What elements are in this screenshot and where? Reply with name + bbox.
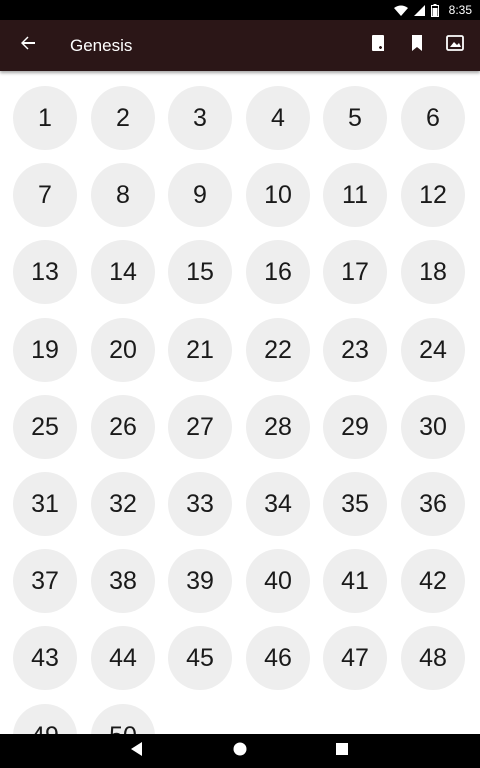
page-title: Genesis xyxy=(70,35,133,55)
chapter-button[interactable]: 28 xyxy=(246,395,310,459)
bookmark-button[interactable] xyxy=(398,20,436,71)
chapter-button[interactable]: 25 xyxy=(13,395,77,459)
chapter-button[interactable]: 24 xyxy=(401,318,465,382)
chapter-button[interactable]: 12 xyxy=(401,163,465,227)
add-bookmark-button[interactable] xyxy=(360,20,398,71)
chapter-button[interactable]: 14 xyxy=(91,240,155,304)
nav-home-button[interactable] xyxy=(210,734,270,768)
chapter-button[interactable]: 16 xyxy=(246,240,310,304)
chapter-button[interactable]: 33 xyxy=(168,472,232,536)
chapter-button[interactable]: 40 xyxy=(246,549,310,613)
bookmark-icon xyxy=(411,35,423,56)
chapter-button[interactable]: 44 xyxy=(91,626,155,690)
chapter-button[interactable]: 2 xyxy=(91,86,155,150)
chapter-button[interactable]: 20 xyxy=(91,318,155,382)
chapter-button[interactable]: 4 xyxy=(246,86,310,150)
chapter-button[interactable]: 39 xyxy=(168,549,232,613)
chapter-button[interactable]: 32 xyxy=(91,472,155,536)
chapter-button[interactable]: 23 xyxy=(323,318,387,382)
image-edit-icon xyxy=(446,35,464,56)
wifi-icon xyxy=(393,5,408,16)
chapter-button[interactable]: 41 xyxy=(323,549,387,613)
battery-icon xyxy=(430,3,439,17)
screen: 8:35 Genesis 1 2 3 4 5 6 7 8 9 10 11 12 13 14 15 16 17 18 xyxy=(0,0,480,768)
chapter-button[interactable]: 7 xyxy=(13,163,77,227)
chapter-button[interactable]: 36 xyxy=(401,472,465,536)
chapter-button[interactable]: 37 xyxy=(13,549,77,613)
chapter-button[interactable]: 3 xyxy=(168,86,232,150)
navigation-bar xyxy=(0,734,480,768)
chapter-button[interactable]: 15 xyxy=(168,240,232,304)
chapter-button[interactable]: 38 xyxy=(91,549,155,613)
status-bar: 8:35 xyxy=(0,0,480,20)
chapter-button[interactable]: 18 xyxy=(401,240,465,304)
arrow-back-icon xyxy=(20,35,36,56)
chapter-button[interactable]: 48 xyxy=(401,626,465,690)
home-circle-icon xyxy=(233,742,247,761)
chapter-button[interactable]: 9 xyxy=(168,163,232,227)
back-button[interactable] xyxy=(0,20,56,71)
chapter-button[interactable]: 46 xyxy=(246,626,310,690)
chapter-button[interactable]: 29 xyxy=(323,395,387,459)
chapter-list: 1 2 3 4 5 6 7 8 9 10 11 12 13 14 15 16 17 18 19 20 21 22 23 24 2… xyxy=(0,71,480,734)
chapter-button[interactable]: 5 xyxy=(323,86,387,150)
signal-icon xyxy=(413,4,425,16)
chapter-button[interactable]: 43 xyxy=(13,626,77,690)
add-bookmark-icon xyxy=(371,34,387,57)
back-triangle-icon xyxy=(131,741,143,761)
chapter-button[interactable]: 10 xyxy=(246,163,310,227)
app-bar: Genesis xyxy=(0,20,480,71)
chapter-button[interactable]: 27 xyxy=(168,395,232,459)
nav-recents-button[interactable] xyxy=(312,734,372,768)
chapter-button[interactable]: 26 xyxy=(91,395,155,459)
chapter-button[interactable]: 17 xyxy=(323,240,387,304)
chapter-button[interactable]: 13 xyxy=(13,240,77,304)
chapter-button[interactable]: 30 xyxy=(401,395,465,459)
chapter-button[interactable]: 22 xyxy=(246,318,310,382)
chapter-button[interactable]: 8 xyxy=(91,163,155,227)
chapter-button[interactable]: 11 xyxy=(323,163,387,227)
chapter-button[interactable]: 50 xyxy=(91,704,155,734)
chapter-button[interactable]: 47 xyxy=(323,626,387,690)
chapter-button[interactable]: 6 xyxy=(401,86,465,150)
chapter-button[interactable]: 1 xyxy=(13,86,77,150)
image-edit-button[interactable] xyxy=(436,20,474,71)
chapter-button[interactable]: 49 xyxy=(13,704,77,734)
chapter-button[interactable]: 31 xyxy=(13,472,77,536)
chapter-button[interactable]: 34 xyxy=(246,472,310,536)
status-time: 8:35 xyxy=(448,3,472,17)
chapter-button[interactable]: 21 xyxy=(168,318,232,382)
chapter-button[interactable]: 45 xyxy=(168,626,232,690)
nav-back-button[interactable] xyxy=(107,734,167,768)
chapter-button[interactable]: 35 xyxy=(323,472,387,536)
chapter-button[interactable]: 42 xyxy=(401,549,465,613)
recents-square-icon xyxy=(336,742,348,760)
chapter-button[interactable]: 19 xyxy=(13,318,77,382)
